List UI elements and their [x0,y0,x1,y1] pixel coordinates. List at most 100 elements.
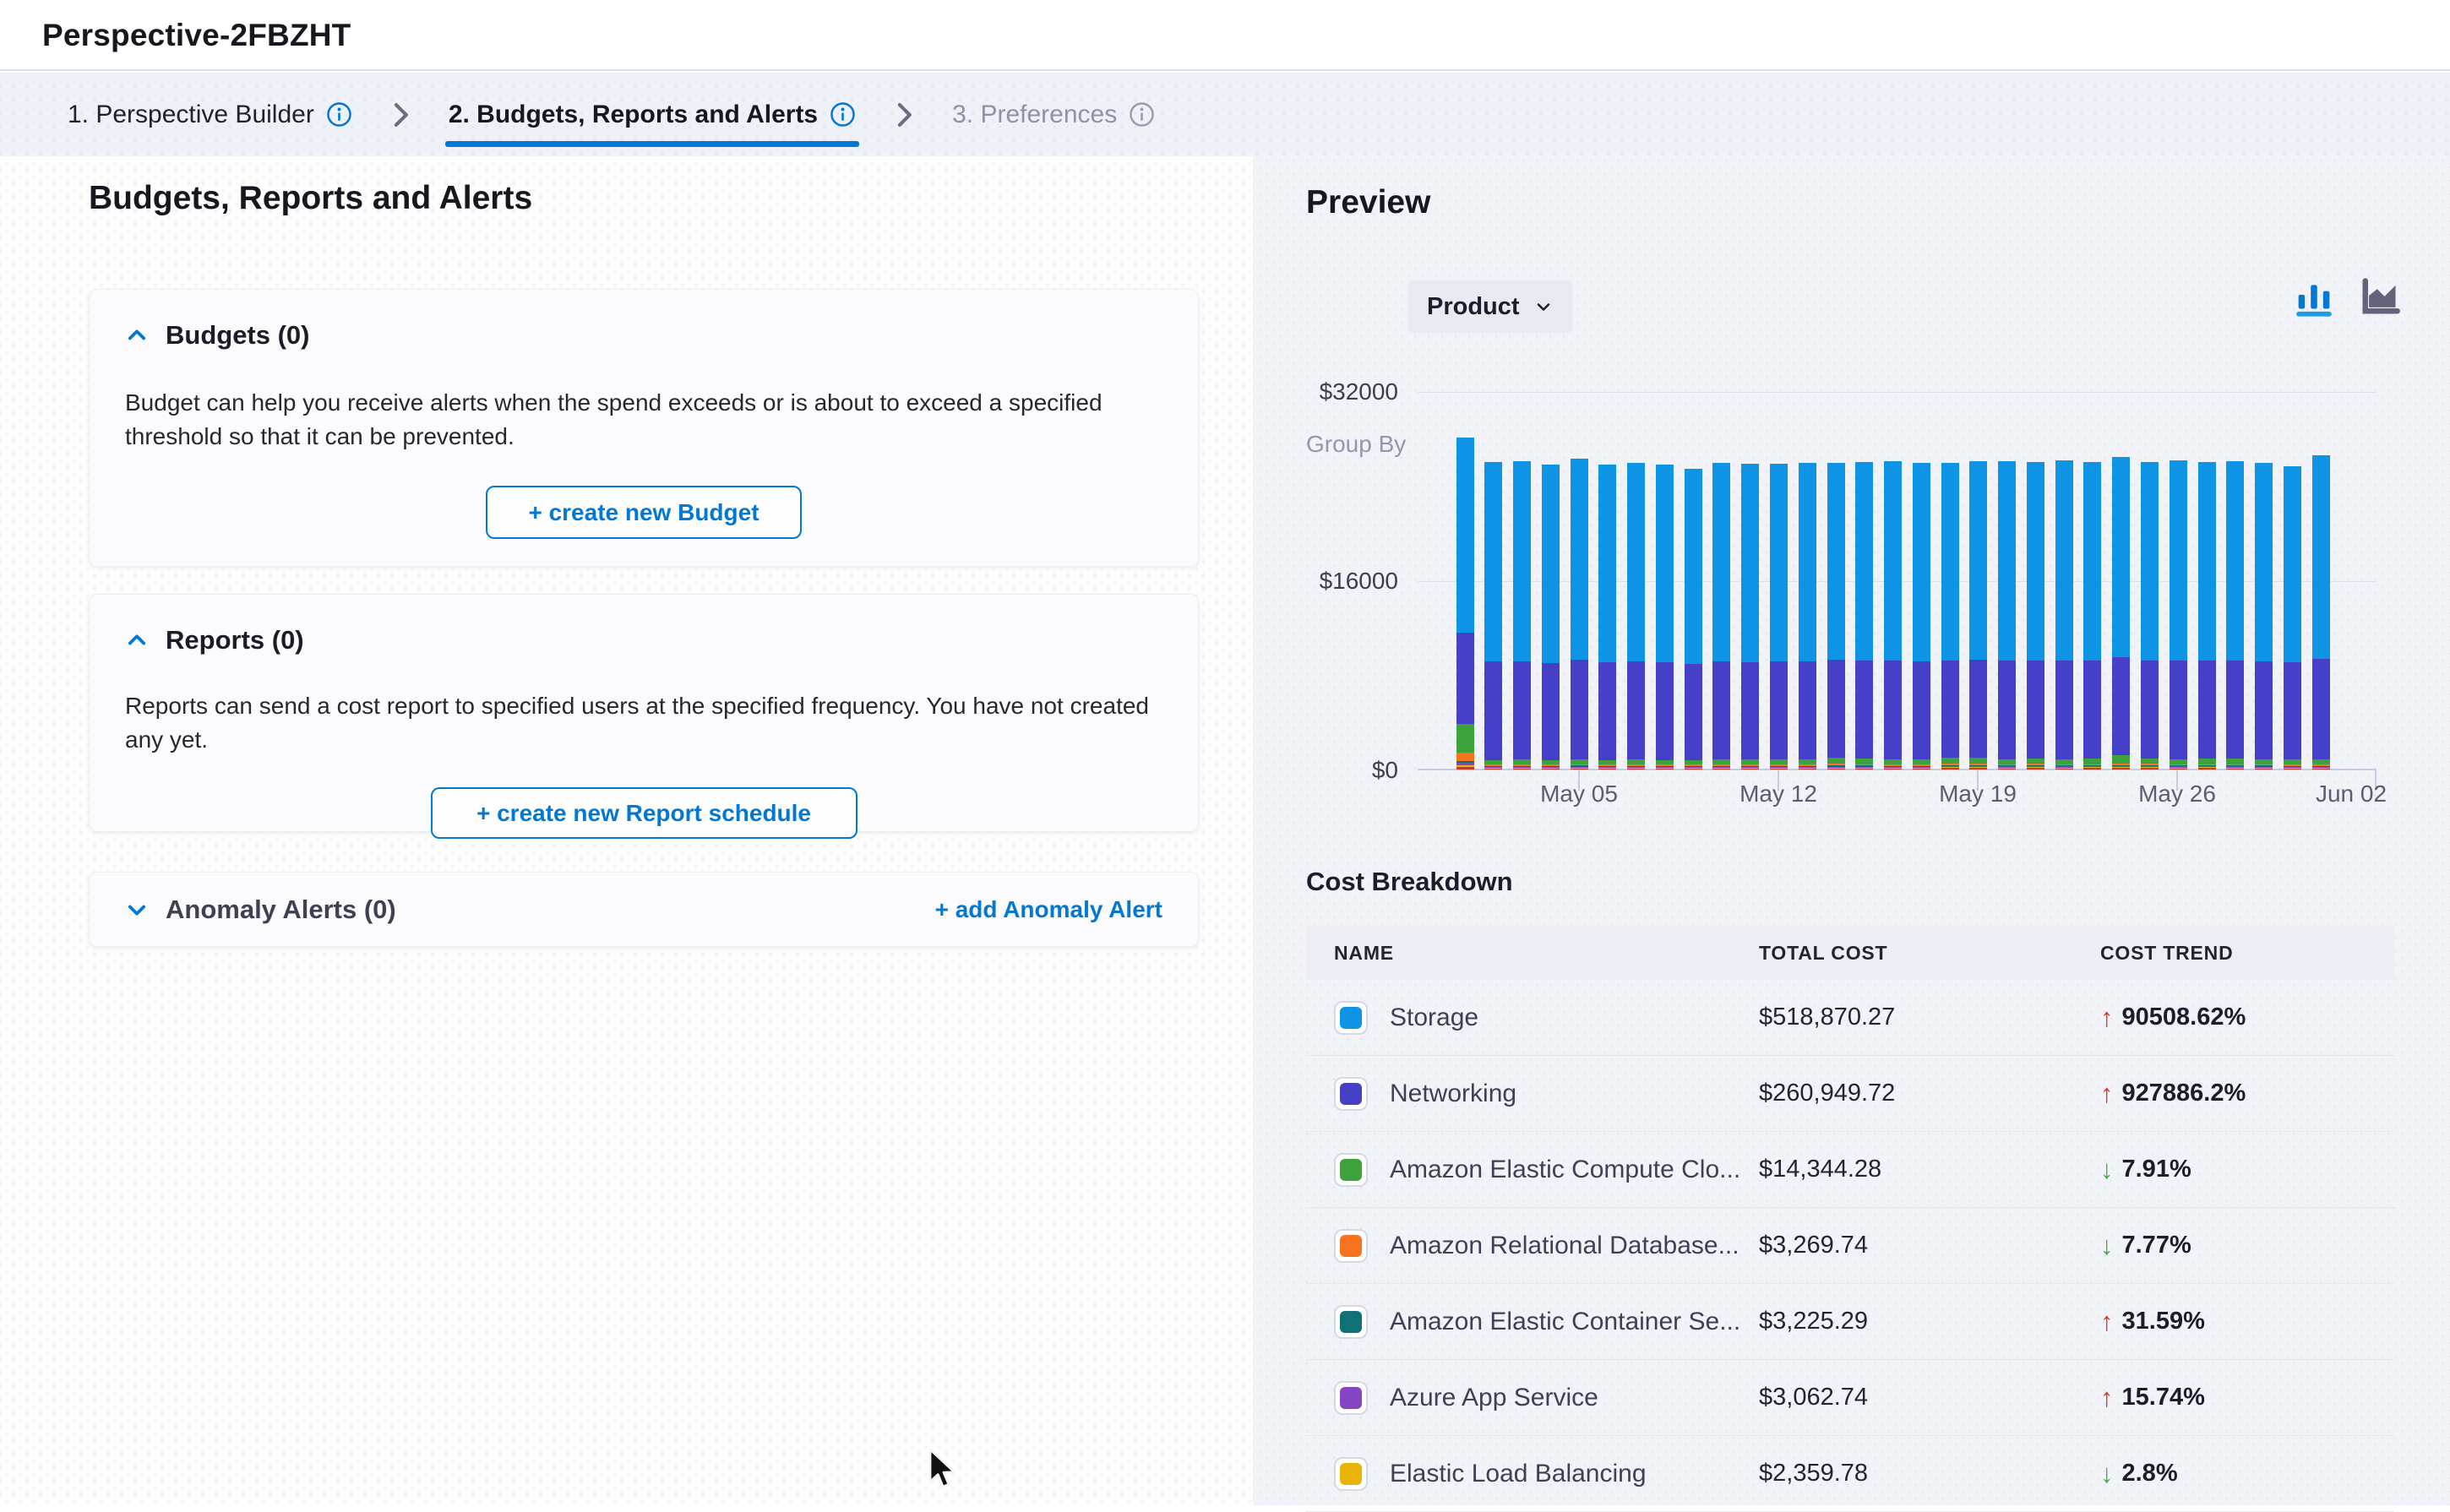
chart-bar[interactable] [2170,460,2187,770]
chart-bar[interactable] [1456,438,1474,770]
bar-segment [1855,462,1873,661]
trend-arrow-icon: ↑ [2100,1079,2114,1109]
bar-segment [2027,462,2044,661]
tab-budgets-reports-alerts[interactable]: 2. Budgets, Reports and Alerts [449,73,856,156]
bar-segment [1827,758,1845,764]
preview-title: Preview [1306,184,1430,221]
chart-bar[interactable] [2112,457,2130,770]
create-budget-button[interactable]: + create new Budget [486,486,802,539]
row-trend-value: 927886.2% [2122,1080,2246,1107]
bar-segment [2112,755,2130,764]
bar-chart-toggle-icon[interactable] [2293,277,2335,319]
bar-segment [2083,462,2101,661]
create-report-schedule-button[interactable]: + create new Report schedule [431,787,858,839]
chart-bar[interactable] [1969,461,1987,770]
x-axis-label: Jun 02 [2267,780,2436,808]
table-row[interactable]: Amazon Elastic Container Se... $3,225.29… [1306,1284,2394,1360]
row-color-swatch[interactable] [1334,1305,1368,1339]
chart-bar[interactable] [1513,461,1531,770]
chart-bar[interactable] [2083,462,2101,770]
bar-segment [1741,769,1759,770]
table-row[interactable]: Azure App Service $3,062.74 ↑ 15.74% [1306,1360,2394,1436]
chart-bar[interactable] [2141,462,2159,770]
reports-card: Reports (0) Reports can send a cost repo… [89,594,1199,832]
tab-preferences[interactable]: 3. Preferences [952,73,1155,156]
chart-bar[interactable] [1598,465,1616,770]
chart-bar[interactable] [1913,463,1930,770]
tab-label: 1. Perspective Builder [68,101,314,129]
row-color-swatch[interactable] [1334,1001,1368,1035]
group-by-dropdown[interactable]: Product [1408,280,1572,333]
bar-segment [1913,769,1930,770]
chart-bar[interactable] [2027,462,2044,770]
chart-bar[interactable] [1484,462,1502,770]
row-trend-value: 7.91% [2122,1156,2191,1183]
row-name: Amazon Relational Database... [1390,1232,1740,1260]
budgets-description: Budget can help you receive alerts when … [125,386,1162,454]
chevron-up-icon[interactable] [125,324,149,347]
row-total-cost: $3,062.74 [1759,1384,2100,1411]
bar-segment [2055,769,2073,770]
chart-bar[interactable] [2055,460,2073,770]
table-row[interactable]: Elastic Load Balancing $2,359.78 ↓ 2.8% [1306,1436,2394,1512]
row-color-swatch[interactable] [1334,1381,1368,1415]
chart-bar[interactable] [1656,465,1674,770]
bar-segment [1998,461,2016,661]
chevron-up-icon[interactable] [125,628,149,652]
bar-segment [2198,661,2216,759]
y-axis-label: $32000 [1263,378,1398,405]
bar-segment [1685,664,1702,759]
info-icon[interactable] [830,101,856,128]
bar-segment [1656,662,1674,760]
bar-segment [1969,660,1987,758]
chart-bar[interactable] [1799,463,1816,770]
row-color-swatch[interactable] [1334,1153,1368,1187]
row-color-swatch[interactable] [1334,1077,1368,1111]
row-color-swatch[interactable] [1334,1229,1368,1263]
chart-bar[interactable] [1712,463,1730,770]
chart-plot [1418,392,2376,770]
chart-bar[interactable] [1855,462,1873,770]
area-chart-toggle-icon[interactable] [2357,275,2401,319]
x-axis-label: May 26 [2093,780,2262,808]
chart-bar[interactable] [1884,461,1902,770]
cost-breakdown-title: Cost Breakdown [1306,867,1513,897]
bar-segment [1998,661,2016,759]
row-name: Amazon Elastic Container Se... [1390,1308,1740,1336]
chart-bar[interactable] [2312,455,2330,770]
bar-segment [1456,724,1474,753]
chevron-down-icon[interactable] [125,898,149,922]
chart-bar[interactable] [1627,463,1645,770]
app-header: Perspective-2FBZHT [0,0,2450,71]
chart-bar[interactable] [1571,459,1588,770]
trend-arrow-icon: ↓ [2100,1459,2114,1489]
add-anomaly-alert-link[interactable]: + add Anomaly Alert [935,896,1162,923]
chart-bar[interactable] [2226,461,2244,770]
table-row[interactable]: Amazon Relational Database... $3,269.74 … [1306,1208,2394,1284]
chart-bar[interactable] [2198,462,2216,770]
chart-bar[interactable] [1741,464,1759,770]
chart-bar[interactable] [1827,463,1845,770]
info-icon[interactable] [326,101,352,128]
chart-bar[interactable] [1685,469,1702,770]
chart-bar[interactable] [1770,464,1788,770]
info-icon[interactable] [1129,101,1155,128]
tab-label: 2. Budgets, Reports and Alerts [449,101,818,129]
x-axis-label: May 05 [1494,780,1663,808]
chart-bar[interactable] [2255,463,2273,770]
chart-bar[interactable] [1941,463,1959,770]
bar-segment [2027,768,2044,770]
row-trend-value: 31.59% [2122,1308,2205,1335]
bar-segment [1884,661,1902,759]
table-row[interactable]: Amazon Elastic Compute Clo... $14,344.28… [1306,1132,2394,1208]
bar-segment [2170,661,2187,759]
table-row[interactable]: Storage $518,870.27 ↑ 90508.62% [1306,980,2394,1056]
row-color-swatch[interactable] [1334,1457,1368,1491]
preview-panel: Preview Group By Product $32000 $16000 $… [1253,147,2450,1505]
table-row[interactable]: Networking $260,949.72 ↑ 927886.2% [1306,1056,2394,1132]
chart-bar[interactable] [2284,466,2301,770]
chart-bar[interactable] [1998,461,2016,770]
tab-perspective-builder[interactable]: 1. Perspective Builder [68,73,352,156]
bar-segment [1969,768,1987,770]
chart-bar[interactable] [1542,465,1560,770]
